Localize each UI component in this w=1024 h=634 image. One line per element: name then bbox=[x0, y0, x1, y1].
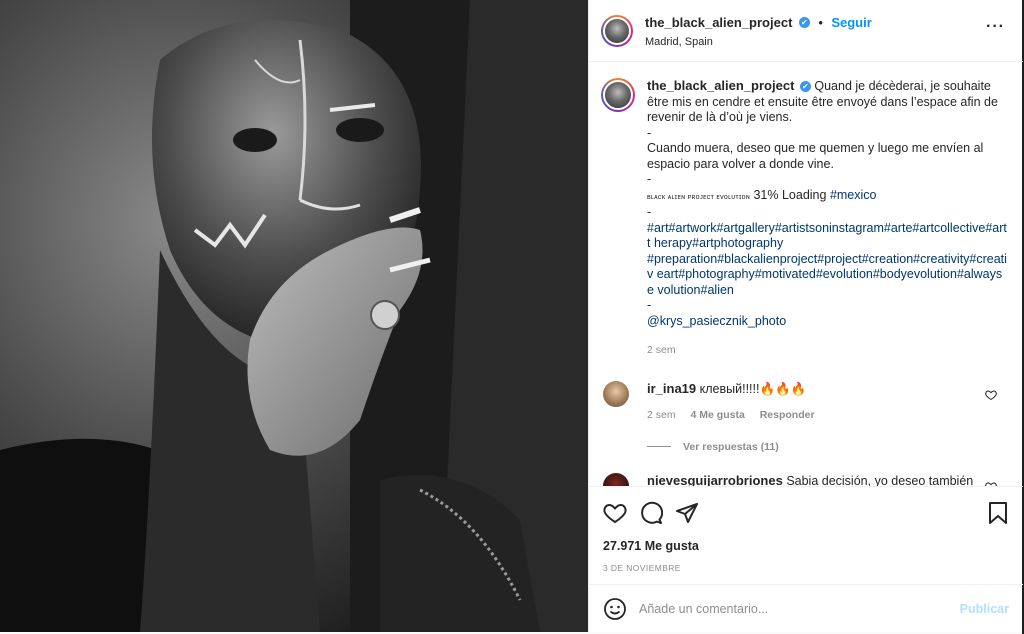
caption-loading-text: 31% Loading bbox=[750, 187, 830, 202]
comment-body: ir_ina19 клевый!!!!!🔥🔥🔥 2 sem 4 Me gusta… bbox=[647, 381, 977, 423]
comment-bubble-icon[interactable] bbox=[639, 501, 663, 525]
caption-separator: - bbox=[647, 172, 652, 186]
caption-loading-prefix: ʙʟᴀᴄᴋ ᴀʟɪᴇɴ ᴘʀᴏᴊᴇᴄᴛ ᴇᴠᴏʟᴜᴛɪᴏɴ bbox=[647, 193, 750, 201]
emoji-icon[interactable] bbox=[603, 597, 627, 621]
caption-avatar-image bbox=[603, 80, 633, 110]
caption-separator: - bbox=[647, 205, 652, 219]
follow-button[interactable]: Seguir bbox=[831, 15, 871, 30]
post-actions: 27.971 Me gusta 3 DE NOVIEMBRE bbox=[589, 486, 1023, 582]
save-bookmark-icon[interactable] bbox=[987, 501, 1009, 525]
comments-list[interactable]: the_black_alien_project ✔ Quand je décèd… bbox=[589, 62, 1023, 486]
hashtags-block-2[interactable]: #preparation#blackalienproject#project#c… bbox=[647, 252, 1007, 299]
post-header: the_black_alien_project ✔ • Seguir Madri… bbox=[589, 0, 1023, 62]
caption-timestamp[interactable]: 2 sem bbox=[647, 343, 1007, 359]
commenter-avatar[interactable] bbox=[603, 380, 629, 407]
publish-button[interactable]: Publicar bbox=[960, 602, 1009, 616]
caption-username[interactable]: the_black_alien_project bbox=[647, 78, 794, 93]
caption-text-es: Cuando muera, deseo que me quemen y lueg… bbox=[647, 141, 984, 171]
hashtag-link[interactable]: #mexico bbox=[830, 188, 877, 202]
reply-button[interactable]: Responder bbox=[760, 409, 815, 421]
add-comment-bar: Publicar bbox=[589, 584, 1023, 632]
verified-badge-icon: ✔ bbox=[798, 16, 810, 28]
post-location[interactable]: Madrid, Spain bbox=[645, 36, 872, 48]
caption-separator: - bbox=[647, 125, 652, 140]
comment-item: nievesguijarrobriones Sabia decisión, yo… bbox=[601, 472, 1007, 487]
replies-divider bbox=[647, 446, 671, 447]
post-photo[interactable] bbox=[0, 0, 588, 632]
view-replies-label[interactable]: Ver respuestas (11) bbox=[683, 441, 779, 453]
comment-body: nievesguijarrobriones Sabia decisión, yo… bbox=[647, 473, 977, 487]
like-heart-icon[interactable] bbox=[603, 501, 627, 525]
share-send-icon[interactable] bbox=[675, 501, 699, 525]
view-replies-button[interactable]: Ver respuestas (11) bbox=[647, 441, 1007, 453]
comment-text: клевый!!!!!🔥🔥🔥 bbox=[699, 381, 807, 396]
caption-separator: - bbox=[647, 298, 652, 312]
author-username[interactable]: the_black_alien_project bbox=[645, 15, 792, 30]
comment-meta: 2 sem 4 Me gusta Responder bbox=[647, 407, 977, 423]
separator-dot: • bbox=[818, 14, 823, 30]
caption-body: the_black_alien_project ✔ Quand je décèd… bbox=[647, 78, 1007, 359]
author-info: the_black_alien_project ✔ • Seguir Madri… bbox=[645, 14, 872, 48]
comment-like-heart-icon[interactable] bbox=[985, 389, 997, 401]
comment-timestamp[interactable]: 2 sem bbox=[647, 409, 676, 421]
mention-link[interactable]: @krys_pasiecznik_photo bbox=[647, 314, 1007, 330]
more-options-icon[interactable]: ··· bbox=[986, 19, 1005, 35]
post-date[interactable]: 3 DE NOVIEMBRE bbox=[603, 563, 1009, 573]
comment-likes[interactable]: 4 Me gusta bbox=[691, 409, 745, 421]
author-avatar[interactable] bbox=[601, 14, 633, 47]
comment-item: ir_ina19 клевый!!!!!🔥🔥🔥 2 sem 4 Me gusta… bbox=[601, 380, 1007, 423]
caption-avatar[interactable] bbox=[601, 78, 635, 112]
commenter-username[interactable]: ir_ina19 bbox=[647, 381, 696, 396]
action-icons-row bbox=[603, 487, 1009, 539]
post-photo-image bbox=[0, 0, 588, 632]
verified-badge-icon: ✔ bbox=[799, 81, 811, 93]
commenter-username[interactable]: nievesguijarrobriones bbox=[647, 473, 783, 487]
likes-count[interactable]: 27.971 Me gusta bbox=[603, 539, 1009, 553]
commenter-avatar[interactable] bbox=[603, 472, 629, 486]
post-side-panel: the_black_alien_project ✔ • Seguir Madri… bbox=[588, 0, 1023, 632]
author-avatar-image bbox=[603, 16, 631, 45]
hashtags-block-1[interactable]: #art#artwork#artgallery#artistsoninstagr… bbox=[647, 221, 1007, 252]
post-dialog: the_black_alien_project ✔ • Seguir Madri… bbox=[0, 0, 1024, 634]
add-comment-input[interactable] bbox=[639, 601, 939, 616]
post-caption: the_black_alien_project ✔ Quand je décèd… bbox=[601, 78, 1007, 359]
